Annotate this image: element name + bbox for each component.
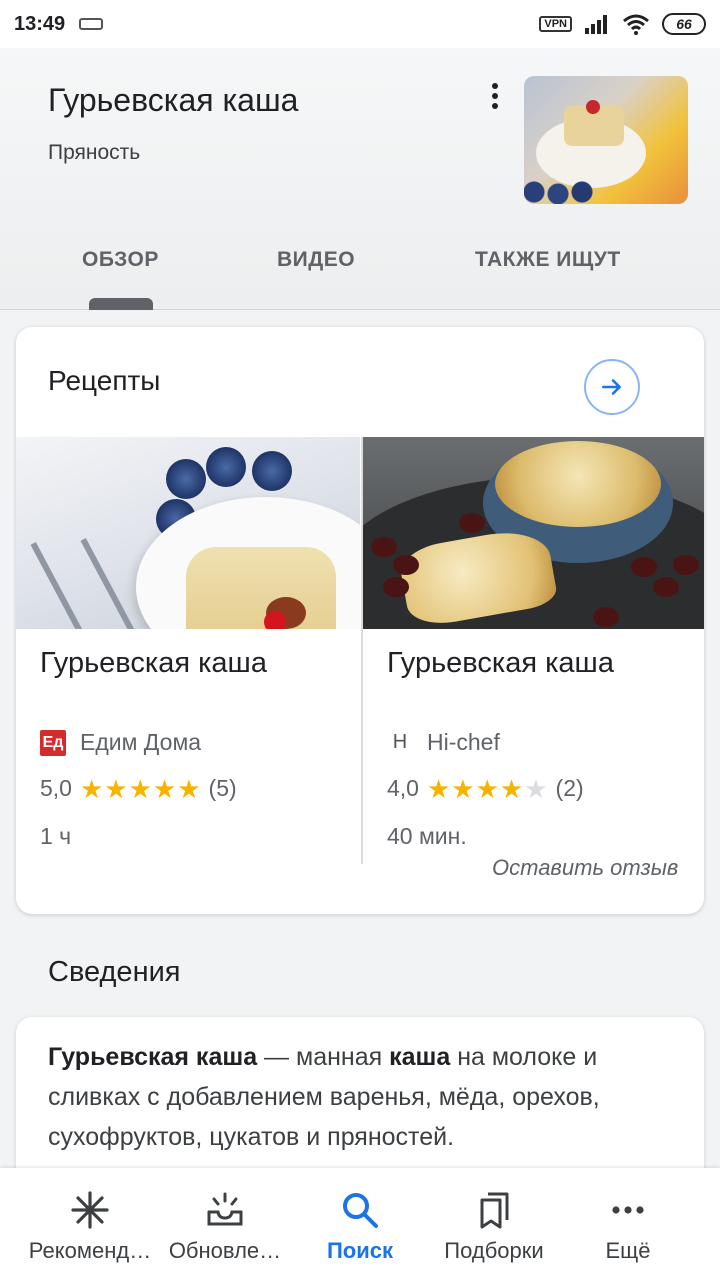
- recipe-time: 1 ч: [40, 823, 72, 849]
- star-filled-icon: ★: [152, 773, 177, 804]
- status-bar: 13:49 VPN 66: [0, 0, 720, 48]
- nav-more[interactable]: Ещё: [556, 1168, 700, 1280]
- recipe-image: [16, 437, 360, 629]
- info-bold-term: Гурьевская каша: [48, 1043, 258, 1071]
- page-title: Гурьевская каша: [48, 82, 299, 118]
- hi-chef-logo-icon: H: [392, 731, 408, 753]
- tab-video[interactable]: ВИДЕО: [277, 248, 355, 272]
- nav-label: Подборки: [444, 1238, 544, 1263]
- tab-also-searched[interactable]: ТАКЖЕ ИЩУТ: [475, 248, 621, 272]
- entity-header: Гурьевская каша Пряность ОБЗОР ВИДЕО ТАК…: [0, 48, 720, 310]
- wifi-icon: [623, 14, 649, 35]
- bottom-navigation: Рекоменд… Обновле… Поиск Подборки Ещё: [0, 1168, 720, 1280]
- star-filled-icon: ★: [104, 773, 128, 804]
- star-filled-icon: ★: [499, 773, 524, 804]
- star-filled-icon: ★: [79, 773, 104, 804]
- recipe-source: Ед Едим Дома: [40, 729, 201, 756]
- nav-label: Рекоменд…: [28, 1238, 152, 1263]
- inbox-updates-icon: [203, 1188, 247, 1232]
- leave-review-link[interactable]: Оставить отзыв: [492, 855, 678, 881]
- recipes-more-button[interactable]: [584, 359, 640, 415]
- recipe-source-name: Едим Дома: [80, 729, 202, 755]
- nav-collections[interactable]: Подборки: [422, 1168, 566, 1280]
- battery-indicator: 66: [662, 13, 706, 35]
- recipe-rating: 5,0 ★ ★ ★ ★ ★ (5): [40, 775, 237, 802]
- star-filled-icon: ★: [128, 773, 152, 804]
- more-vert-icon[interactable]: [482, 78, 508, 114]
- search-icon: [338, 1188, 382, 1232]
- nav-search[interactable]: Поиск: [288, 1168, 432, 1280]
- tab-overview[interactable]: ОБЗОР: [82, 248, 159, 272]
- signal-icon: [585, 15, 607, 34]
- nav-label: Поиск: [326, 1238, 394, 1263]
- rating-stars: ★ ★ ★ ★ ★: [427, 776, 548, 802]
- rating-stars: ★ ★ ★ ★ ★: [80, 776, 201, 802]
- more-horiz-icon: [606, 1188, 650, 1232]
- info-section-title: Сведения: [48, 956, 181, 988]
- rating-count: (2): [555, 775, 584, 801]
- recipe-time: 40 мин.: [387, 823, 467, 849]
- nav-updates[interactable]: Обновле…: [153, 1168, 297, 1280]
- rating-count: (5): [208, 775, 237, 801]
- cast-icon: [79, 18, 104, 30]
- recipe-rating: 4,0 ★ ★ ★ ★ ★ (2): [387, 775, 584, 802]
- recipe-name: Гурьевская каша: [387, 647, 614, 679]
- star-filled-icon: ★: [451, 773, 475, 804]
- nav-label: Ещё: [605, 1238, 651, 1263]
- recipes-title: Рецепты: [48, 365, 161, 396]
- nav-label: Обновле…: [168, 1238, 282, 1263]
- entity-thumbnail[interactable]: [524, 76, 688, 204]
- info-text: — манная: [257, 1043, 390, 1071]
- asterisk-icon: [68, 1188, 112, 1232]
- nav-discover[interactable]: Рекоменд…: [18, 1168, 162, 1280]
- star-empty-icon: ★: [524, 773, 548, 804]
- star-filled-icon: ★: [426, 773, 451, 804]
- star-filled-icon: ★: [475, 773, 499, 804]
- info-description: Гурьевская каша — манная каша на молоке …: [48, 1037, 678, 1157]
- recipe-source: H Hi-chef: [387, 729, 500, 756]
- rating-value: 5,0: [40, 775, 72, 801]
- active-tab-indicator: [89, 298, 153, 310]
- vpn-badge: VPN: [539, 16, 572, 32]
- info-bold-term: каша: [389, 1043, 451, 1071]
- recipe-item[interactable]: Гурьевская каша Ед Едим Дома 5,0 ★ ★ ★ ★ ★ (…: [16, 437, 360, 914]
- star-filled-icon: ★: [177, 773, 201, 804]
- recipe-item[interactable]: Гурьевская каша H Hi-chef 4,0 ★ ★ ★ ★ ★ (2) …: [361, 437, 704, 864]
- recipe-source-name: Hi-chef: [427, 729, 500, 755]
- collections-icon: [472, 1188, 516, 1232]
- recipes-card: Рецепты Гурьевская каша Ед Едим Дома 5,0…: [16, 327, 704, 914]
- page-subtitle: Пряность: [48, 141, 141, 164]
- arrow-forward-icon: [602, 379, 621, 395]
- status-indicators: VPN 66: [539, 13, 706, 35]
- recipe-name: Гурьевская каша: [40, 647, 267, 679]
- tab-bar: ОБЗОР ВИДЕО ТАКЖЕ ИЩУТ: [0, 238, 720, 310]
- edim-doma-logo-icon: Ед: [40, 729, 66, 756]
- recipe-image: [363, 437, 704, 629]
- status-time: 13:49: [14, 12, 66, 35]
- rating-value: 4,0: [387, 775, 419, 801]
